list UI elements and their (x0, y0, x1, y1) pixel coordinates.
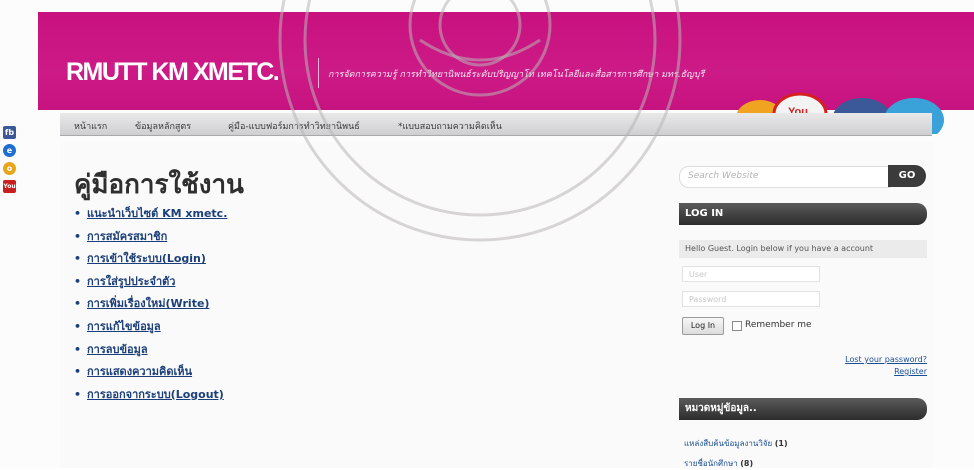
list-item: • การออกจากระบบ(Logout) (74, 387, 224, 401)
manual-link-login[interactable]: การเข้าใช้ระบบ(Login) (87, 252, 206, 265)
manual-link-logout[interactable]: การออกจากระบบ(Logout) (87, 388, 224, 401)
username-field[interactable]: User (682, 266, 820, 282)
register-link[interactable]: Register (894, 367, 927, 376)
main-nav: หน้าแรก ข้อมูลหลักสูตร คู่มือ-แบบฟอร์มกา… (60, 113, 932, 136)
manual-link-comment[interactable]: การแสดงความคิดเห็น (87, 365, 192, 378)
list-item: • การเข้าใช้ระบบ(Login) (74, 252, 206, 266)
login-hello-text: Hello Guest. Login below if you have a a… (679, 240, 927, 258)
manual-link-avatar[interactable]: การใส่รูปประจำตัว (87, 275, 175, 288)
list-item: • การสมัครสมาชิก (74, 229, 168, 243)
search-input[interactable]: Search Website (679, 166, 891, 188)
list-item: • การใส่รูปประจำตัว (74, 274, 176, 288)
category-item[interactable]: รายชื่อนักศึกษา (8) (684, 457, 753, 470)
list-item: • การลบข้อมูล (74, 342, 148, 356)
categories-panel-header: หมวดหมู่ข้อมูล.. (679, 398, 927, 420)
category-count: (1) (774, 439, 788, 448)
remember-me-label: Remember me (745, 320, 812, 330)
login-button[interactable]: Log In (682, 317, 724, 335)
manual-link-edit[interactable]: การแก้ไขข้อมูล (87, 320, 161, 333)
youtube-icon[interactable]: You (3, 180, 16, 193)
category-count: (8) (740, 459, 754, 468)
manual-link-list: • แนะนำเว็บไซต์ KM xmetc. • การสมัครสมาชิก… (74, 204, 227, 407)
manual-link-write[interactable]: การเพิ่มเรื่องใหม่(Write) (87, 297, 209, 310)
nav-item-home[interactable]: หน้าแรก (74, 119, 107, 133)
login-panel-header: LOG IN (679, 203, 927, 225)
category-label: แหล่งสืบค้นข้อมูลงานวิจัย (684, 439, 773, 448)
logo-divider (318, 58, 319, 88)
globe-icon[interactable]: e (3, 144, 16, 157)
page-title: คู่มือการใช้งาน (74, 170, 244, 200)
list-item: • แนะนำเว็บไซต์ KM xmetc. (74, 207, 228, 220)
page: You RMUTT KM XMETC. การจัดการความรู้ การ… (0, 0, 974, 468)
search-go-button[interactable]: GO (888, 165, 926, 187)
password-field[interactable]: Password (682, 291, 820, 307)
side-share-bar: fb e o You (3, 126, 18, 198)
list-item: • การแก้ไขข้อมูล (74, 319, 161, 333)
manual-link-delete[interactable]: การลบข้อมูล (87, 343, 148, 356)
nav-item-curriculum[interactable]: ข้อมูลหลักสูตร (135, 119, 191, 133)
category-label: รายชื่อนักศึกษา (684, 459, 738, 468)
nav-item-manual-forms[interactable]: คู่มือ-แบบฟอร์มการทำวิทยานิพนธ์ (228, 119, 360, 133)
list-item: • การเพิ่มเรื่องใหม่(Write) (74, 297, 210, 311)
search-placeholder: Search Website (688, 171, 759, 181)
category-item[interactable]: แหล่งสืบค้นข้อมูลงานวิจัย (1) (684, 437, 788, 450)
facebook-icon[interactable]: fb (3, 126, 16, 139)
remember-me-checkbox[interactable] (732, 321, 742, 331)
manual-link-register[interactable]: การสมัครสมาชิก (87, 230, 167, 243)
lost-password-link[interactable]: Lost your password? (845, 355, 927, 364)
site-logo-text: RMUTT KM XMETC. (66, 58, 280, 86)
list-item: • การแสดงความคิดเห็น (74, 365, 193, 379)
chrome-icon[interactable]: o (3, 162, 16, 175)
site-logo[interactable]: RMUTT KM XMETC. (66, 58, 319, 88)
site-tagline: การจัดการความรู้ การทำวิทยานิพนธ์ระดับปร… (328, 70, 705, 80)
nav-item-survey[interactable]: *แบบสอบถามความคิดเห็น (398, 119, 502, 133)
manual-link-intro[interactable]: แนะนำเว็บไซต์ KM xmetc. (87, 207, 227, 220)
